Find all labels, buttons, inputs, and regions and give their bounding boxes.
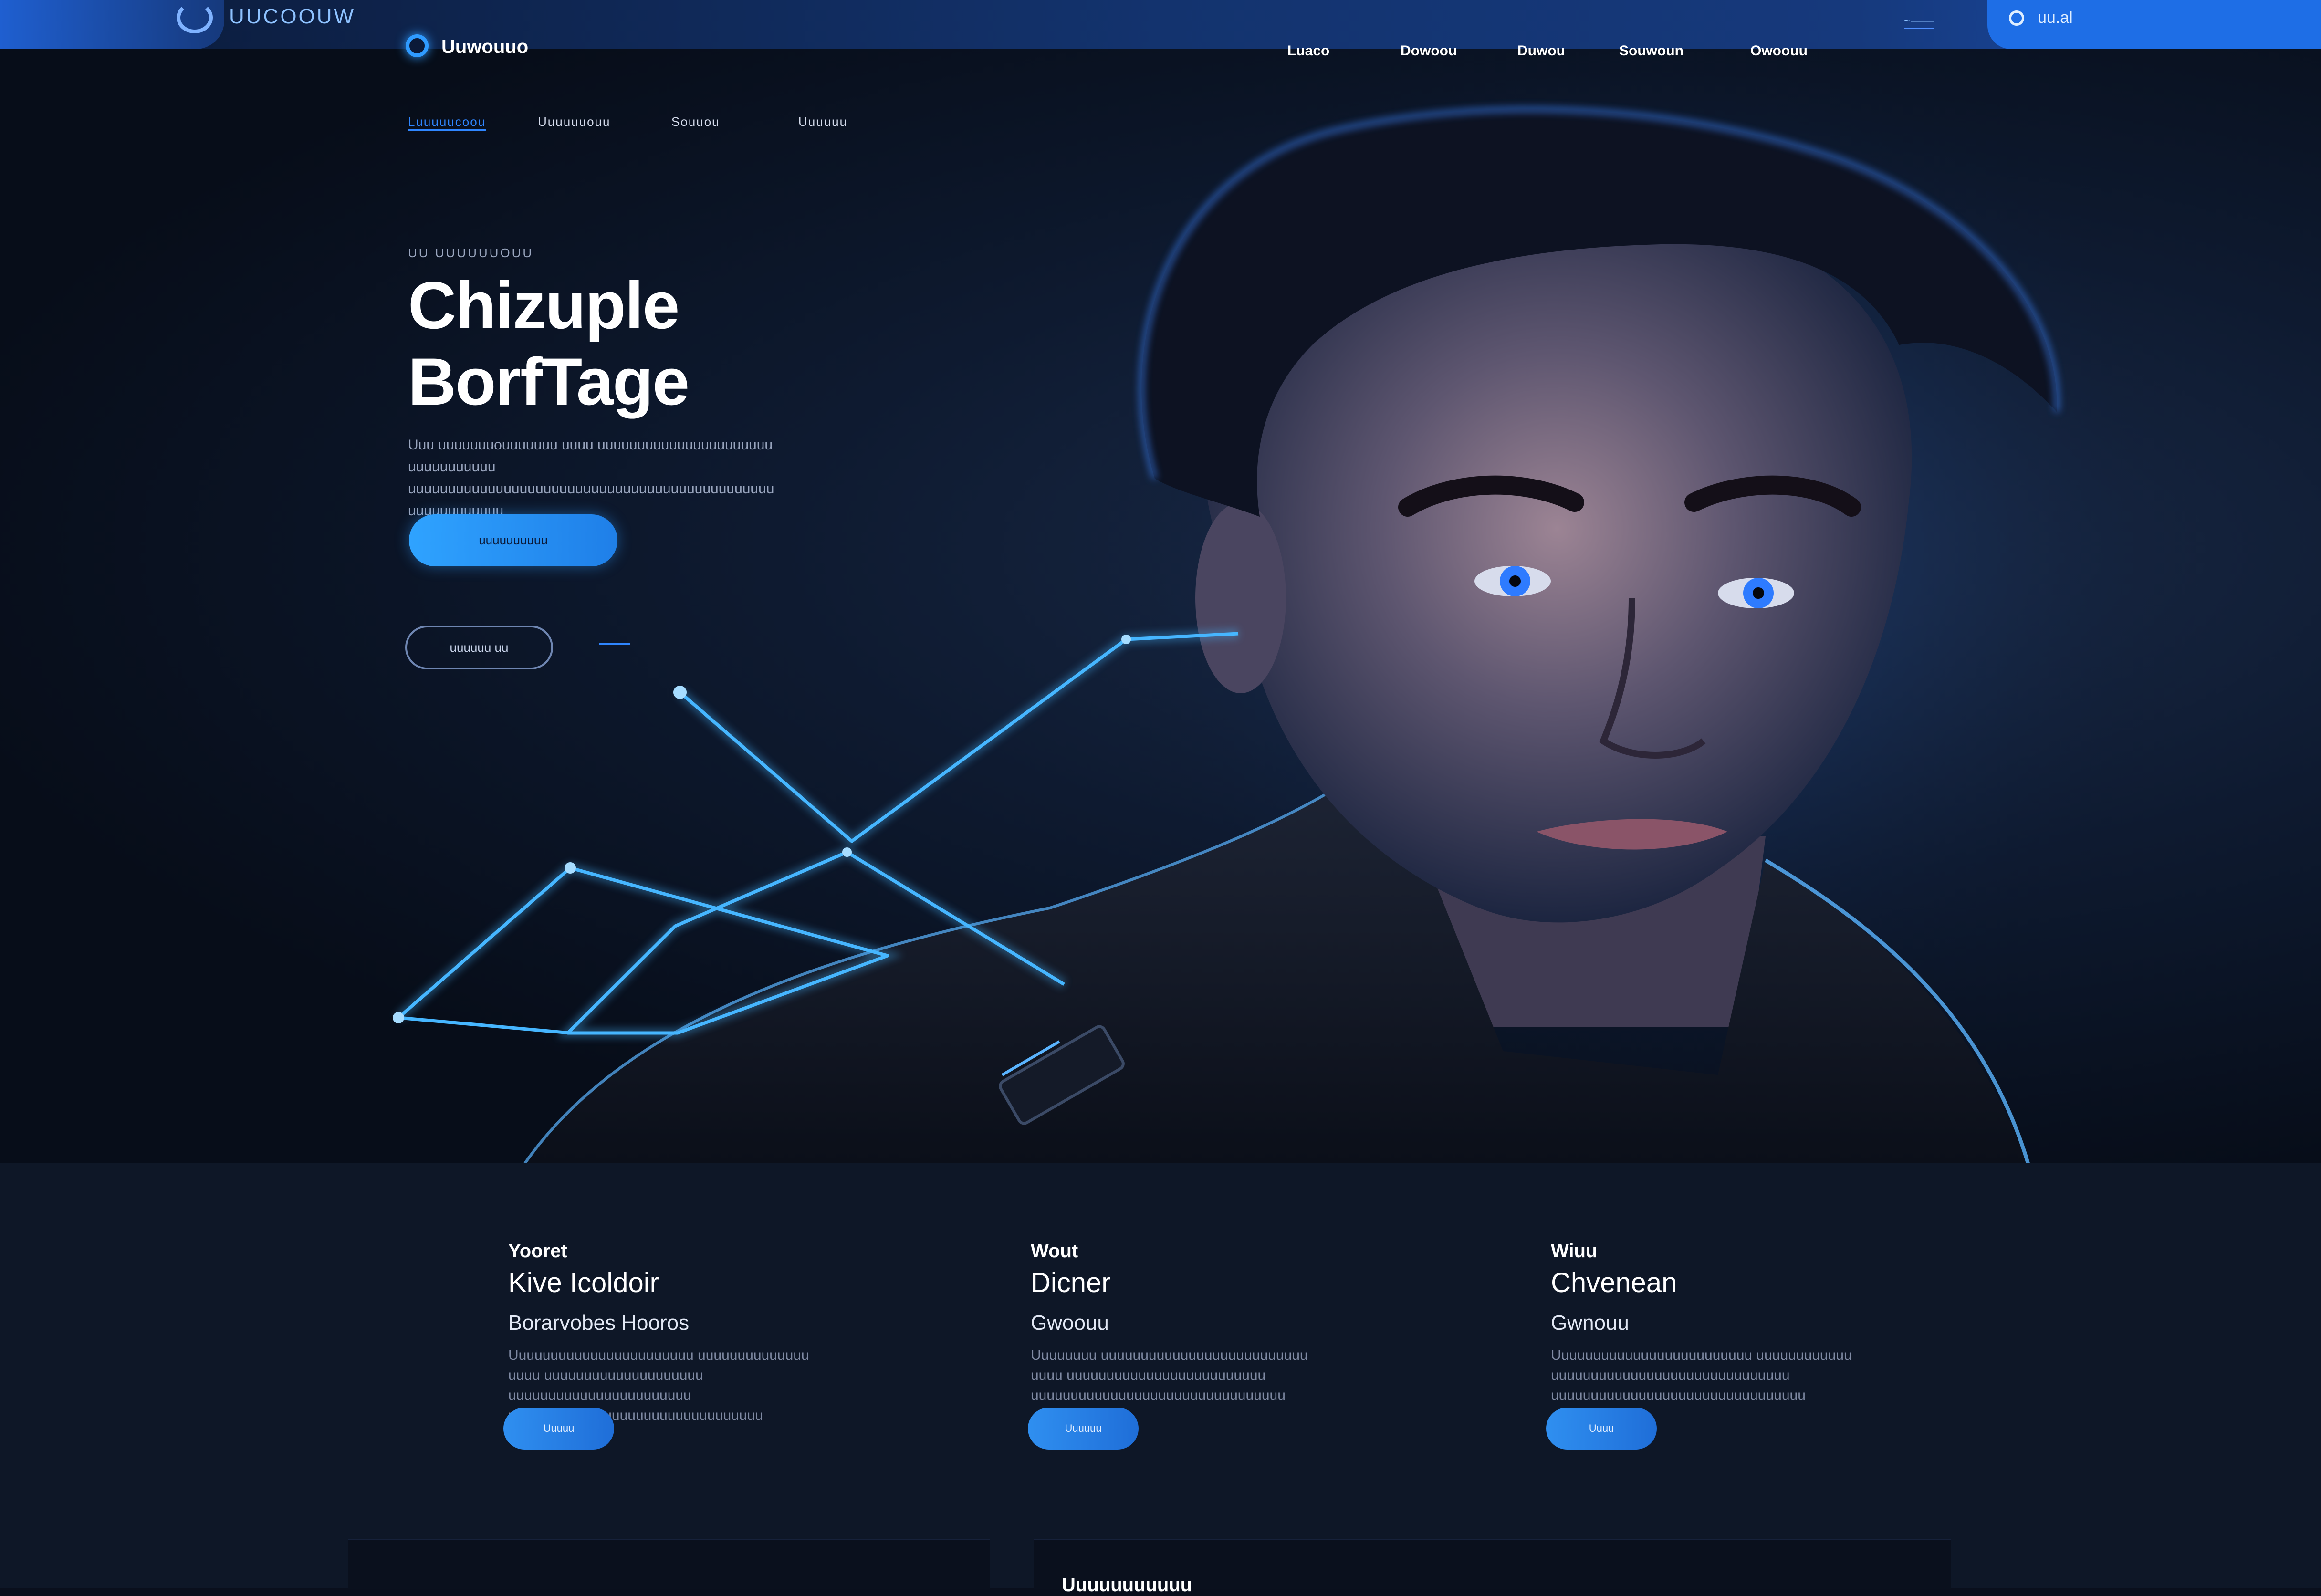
feature-subtitle: Gwoouu — [1031, 1311, 1109, 1335]
nav-item-4[interactable]: Souwoun — [1619, 43, 1683, 59]
nav-item-3[interactable]: Duwou — [1517, 43, 1565, 59]
feature-button-1[interactable]: Uuuuu — [503, 1408, 614, 1450]
feature-card-2: Wout Dicner Gwoouu Uuuuuuuu uuuuuuuuuuuu… — [1028, 1241, 1422, 1450]
feature-button-3[interactable]: Uuuu — [1546, 1408, 1657, 1450]
secondary-cta-button[interactable]: uuuuuu uu — [405, 626, 553, 669]
feature-kicker: Wout — [1031, 1241, 1078, 1262]
nav-item-1[interactable]: Luaco — [1287, 43, 1329, 59]
feature-title: Kive Icoldoir — [508, 1267, 659, 1298]
hero-description: Uuu uuuuuuuouuuuuuu uuuu uuuuuuuuuuuuuuu… — [408, 437, 774, 519]
tab-icon — [177, 2, 213, 33]
subnav-item-2[interactable]: Uuuuuuouu — [538, 115, 610, 129]
feature-title: Dicner — [1031, 1267, 1111, 1298]
hero-title-line1: Chizuple — [408, 268, 680, 343]
browser-title: UUCOOUW — [229, 5, 356, 28]
feature-card-1: Yooret Kive Icoldoir Borarvobes Hooros U… — [503, 1241, 899, 1450]
search-icon[interactable] — [2009, 10, 2024, 26]
hero-section — [0, 49, 2321, 1163]
hero-illustration — [393, 49, 2219, 1163]
top-link[interactable]: ~—— — [1904, 14, 1934, 29]
feature-subtitle: Borarvobes Hooros — [508, 1311, 690, 1335]
hero-title-line2: BorfTage — [408, 344, 690, 419]
feature-title: Chvenean — [1551, 1267, 1677, 1298]
feature-kicker: Wiuu — [1551, 1241, 1598, 1262]
feature-description: Uuuuuuuu uuuuuuuuuuuuuuuuuuuuuuuuuu uuuu… — [1031, 1347, 1308, 1403]
bottom-panel-left — [348, 1539, 990, 1589]
subnav-item-3[interactable]: Souuou — [671, 115, 720, 129]
subnav-item-1[interactable]: Luuuuucoou — [408, 115, 486, 131]
subnav-item-4[interactable]: Uuuuuu — [798, 115, 847, 129]
feature-button-2[interactable]: Uuuuuu — [1028, 1408, 1139, 1450]
nav-item-2[interactable]: Dowoou — [1401, 43, 1457, 59]
hero-title: Chizuple BorfTage — [408, 267, 690, 420]
brand-logo-icon[interactable] — [406, 34, 429, 57]
bottom-panel-label: Uuuuuuuuuuu — [1062, 1575, 1192, 1596]
top-search-text: uu.al — [2038, 9, 2073, 27]
feature-subtitle: Gwnouu — [1551, 1311, 1629, 1335]
nav-item-5[interactable]: Owoouu — [1750, 43, 1808, 59]
feature-kicker: Yooret — [508, 1241, 567, 1262]
brand-name[interactable]: Uuwouuo — [441, 36, 528, 58]
feature-card-3: Wiuu Chvenean Gwnouu Uuuuuuuuuuuuuuuuuuu… — [1546, 1241, 1942, 1450]
primary-cta-button[interactable]: uuuuuuuuuu — [409, 514, 617, 566]
feature-description: Uuuuuuuuuuuuuuuuuuuuuuuuu uuuuuuuuuuuu u… — [1551, 1347, 1852, 1403]
hero-kicker: UU UUUUUUOUU — [408, 246, 534, 260]
divider-dash — [599, 643, 630, 645]
